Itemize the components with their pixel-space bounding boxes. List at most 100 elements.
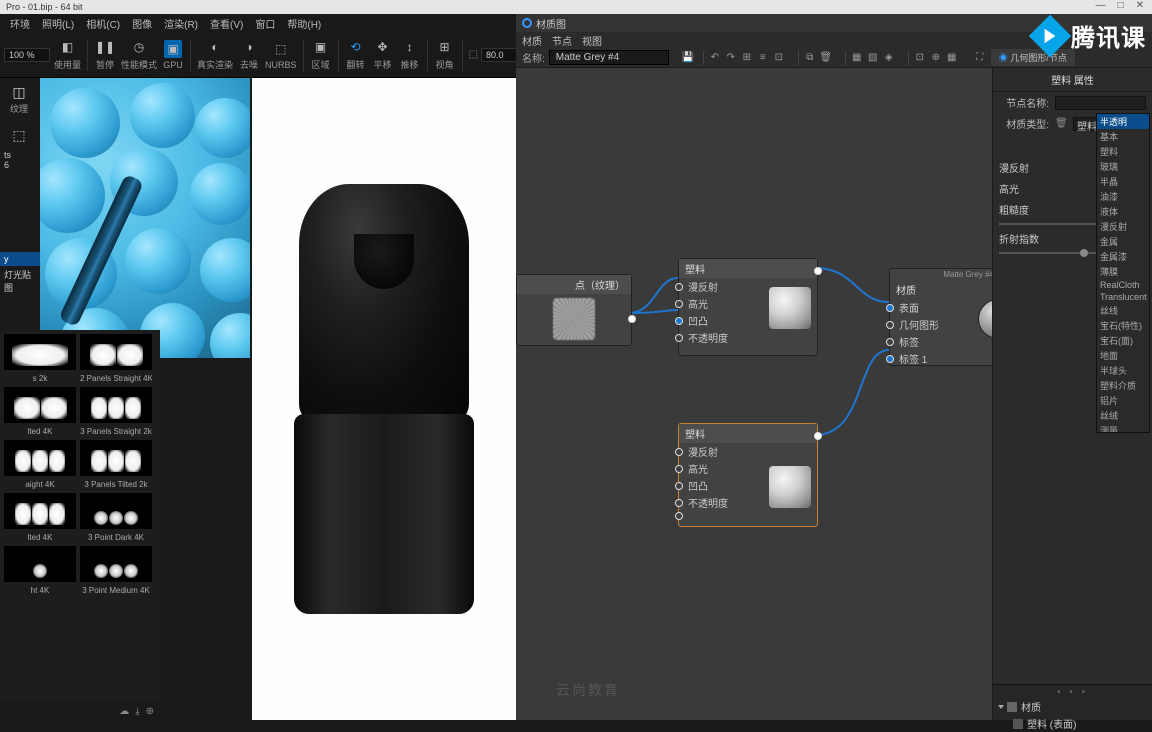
type-option[interactable]: 测量: [1097, 423, 1149, 433]
hdri-item[interactable]: lted 4K: [4, 387, 76, 436]
ungroup-icon[interactable]: ▨: [866, 51, 880, 65]
scene-thumbnail[interactable]: [40, 78, 250, 358]
align-icon[interactable]: ≡: [756, 51, 770, 65]
expand-icon[interactable]: ⛶: [973, 51, 987, 65]
download-icon[interactable]: ⤓: [135, 706, 139, 717]
type-option[interactable]: 铝片: [1097, 393, 1149, 408]
type-option[interactable]: 金属漆: [1097, 249, 1149, 264]
toolbar-视角[interactable]: ⊞视角: [432, 35, 458, 75]
hdri-item[interactable]: 3 Panels Straight 2k: [80, 387, 152, 436]
type-option[interactable]: 金属: [1097, 234, 1149, 249]
type-option[interactable]: Translucent M: [1097, 291, 1149, 303]
pod-model: [294, 184, 474, 614]
socket-out[interactable]: [814, 267, 822, 275]
grid2-icon[interactable]: ▦: [945, 51, 959, 65]
hdri-item[interactable]: aight 4K: [4, 440, 76, 489]
socket-out[interactable]: [814, 432, 822, 440]
toolbar-去噪[interactable]: ◑去噪: [236, 35, 262, 75]
type-option[interactable]: 丝线: [1097, 303, 1149, 318]
maximize-button[interactable]: □: [1118, 0, 1124, 11]
node-texture[interactable]: 点（纹理）: [516, 274, 632, 346]
toolbar-GPU[interactable]: ▣GPU: [160, 35, 186, 75]
toolbar-暂停[interactable]: ❚❚暂停: [92, 35, 118, 75]
hdri-item[interactable]: lted 4K: [4, 493, 76, 542]
tree-material-row[interactable]: 材质: [997, 698, 1148, 715]
type-option[interactable]: 薄膜: [1097, 264, 1149, 279]
tag-icon[interactable]: ◈: [882, 51, 896, 65]
node-plastic-1[interactable]: 塑料 漫反射 高光 凹凸 不透明度: [678, 258, 818, 356]
hdri-item[interactable]: ht 4K: [4, 546, 76, 595]
menu-environment[interactable]: 环境: [4, 16, 36, 31]
menu-view[interactable]: 查看(V): [204, 16, 249, 31]
type-option[interactable]: 液体: [1097, 204, 1149, 219]
minimize-button[interactable]: —: [1096, 0, 1106, 11]
type-option[interactable]: 塑料介质: [1097, 378, 1149, 393]
type-option[interactable]: 玻璃: [1097, 159, 1149, 174]
graph-canvas[interactable]: 点（纹理） 塑料 漫反射 高光 凹凸 不透明度 塑料 漫反射 高光 凹凸 不透明…: [516, 68, 992, 720]
menu-image[interactable]: 图像: [126, 16, 158, 31]
zoom-field[interactable]: [4, 48, 50, 62]
type-option[interactable]: 塑料: [1097, 144, 1149, 159]
snap-icon[interactable]: ⊞: [740, 51, 754, 65]
toolbar-使用量[interactable]: ◧使用量: [52, 35, 83, 75]
close-button[interactable]: ✕: [1136, 0, 1144, 11]
save-icon[interactable]: 💾: [681, 51, 695, 65]
graph-menu-material[interactable]: 材质: [522, 33, 542, 48]
node-plastic1-title: 塑料: [679, 259, 817, 278]
menu-help[interactable]: 帮助(H): [281, 16, 327, 31]
layout-icon[interactable]: ⊡: [772, 51, 786, 65]
hdri-item[interactable]: 3 Point Medium 4K: [80, 546, 152, 595]
render-viewport[interactable]: [252, 78, 516, 720]
material-type-list[interactable]: 半透明基本塑料玻璃半晶油漆液体漫反射金属金属漆薄膜RealClothTransl…: [1096, 113, 1150, 433]
type-option[interactable]: 半透明: [1097, 114, 1149, 129]
hdri-item[interactable]: 3 Panels Tilted 2k: [80, 440, 152, 489]
menu-window[interactable]: 窗口: [249, 16, 281, 31]
undo-icon[interactable]: ↶: [708, 51, 722, 65]
left-tree-header[interactable]: y: [0, 252, 40, 266]
type-option[interactable]: 地面: [1097, 348, 1149, 363]
tab-other[interactable]: ⬚: [0, 121, 38, 149]
material-name-field[interactable]: [549, 50, 669, 65]
left-tree-item[interactable]: 灯光贴图: [0, 266, 40, 296]
socket-out[interactable]: [628, 315, 636, 323]
type-option[interactable]: 漫反射: [1097, 219, 1149, 234]
node-plastic-2[interactable]: 塑料 漫反射 高光 凹凸 不透明度: [678, 423, 818, 527]
menu-camera[interactable]: 相机(C): [80, 16, 126, 31]
toolbar-性能模式[interactable]: ◷性能模式: [119, 35, 159, 75]
hdri-item[interactable]: 2 Panels Straight 4K: [80, 334, 152, 383]
type-option[interactable]: 宝石(特性): [1097, 318, 1149, 333]
type-option[interactable]: 宝石(面): [1097, 333, 1149, 348]
toolbar-真实渲染[interactable]: ◐真实渲染: [195, 35, 235, 75]
zoom-icon[interactable]: ⊕: [929, 51, 943, 65]
menu-lighting[interactable]: 照明(L): [36, 16, 80, 31]
menu-render[interactable]: 渲染(R): [158, 16, 204, 31]
fit-icon[interactable]: ⊡: [913, 51, 927, 65]
type-option[interactable]: 半晶: [1097, 174, 1149, 189]
node-material-output[interactable]: Matte Grey #4 材质 表面 几何图形 标签 标签 1: [889, 268, 999, 366]
type-option[interactable]: RealCloth: [1097, 279, 1149, 291]
toolbar-推移[interactable]: ↕推移: [397, 35, 423, 75]
graph-menu-view[interactable]: 视图: [582, 33, 602, 48]
tab-texture[interactable]: ◫ 纹理: [0, 78, 38, 119]
copy-icon[interactable]: ⧉: [803, 51, 817, 65]
resize-handle[interactable]: • • •: [997, 687, 1148, 698]
toolbar-区域[interactable]: ▣区域: [308, 35, 334, 75]
delete-icon[interactable]: 🗑: [819, 51, 833, 65]
graph-menu-node[interactable]: 节点: [552, 33, 572, 48]
toolbar-NURBS[interactable]: ⬚NURBS: [263, 35, 299, 75]
hdri-item[interactable]: s 2k: [4, 334, 76, 383]
type-option[interactable]: 油漆: [1097, 189, 1149, 204]
cloud-icon[interactable]: ☁: [119, 706, 129, 717]
tree-plastic-row[interactable]: 塑料 (表面): [997, 715, 1148, 732]
node-name-field[interactable]: [1055, 96, 1146, 110]
type-option[interactable]: 基本: [1097, 129, 1149, 144]
redo-icon[interactable]: ↷: [724, 51, 738, 65]
add-icon[interactable]: ⊕: [146, 706, 154, 717]
group-icon[interactable]: ▦: [850, 51, 864, 65]
toolbar-翻转[interactable]: ⟲翻转: [343, 35, 369, 75]
type-option[interactable]: 半球头: [1097, 363, 1149, 378]
hdri-item[interactable]: 3 Point Dark 4K: [80, 493, 152, 542]
trash-icon[interactable]: 🗑: [1055, 118, 1067, 129]
type-option[interactable]: 丝绒: [1097, 408, 1149, 423]
toolbar-平移[interactable]: ✥平移: [370, 35, 396, 75]
